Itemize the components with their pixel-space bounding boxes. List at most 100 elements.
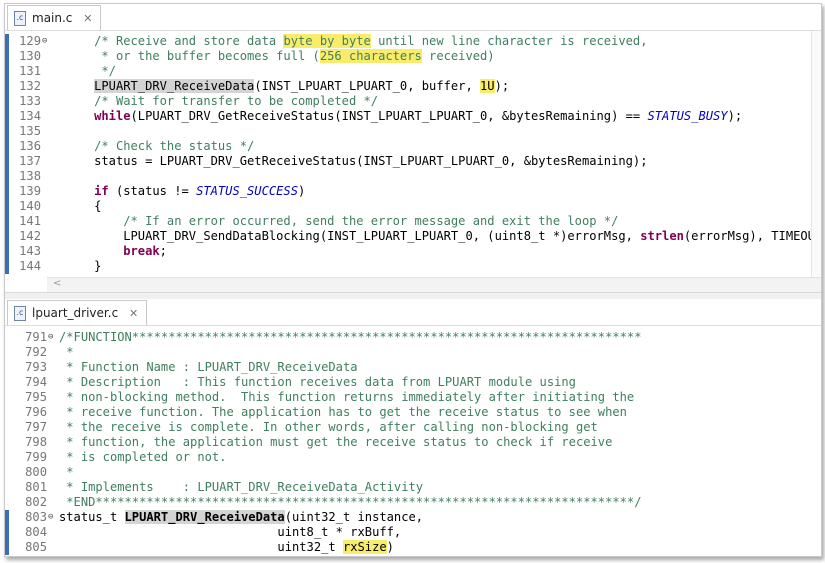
code-line[interactable]: 130 * or the buffer becomes full (256 ch… xyxy=(5,49,821,64)
code-line[interactable]: 140 { xyxy=(5,199,821,214)
line-number: 802 xyxy=(25,495,47,509)
code-text: * or the buffer becomes full (256 charac… xyxy=(65,49,495,64)
code-line[interactable]: 134 while(LPUART_DRV_GetReceiveStatus(IN… xyxy=(5,109,821,124)
code-token: LPUART_DRV_ReceiveData xyxy=(124,510,285,524)
line-number: 797 xyxy=(25,420,47,434)
code-line[interactable]: 135 xyxy=(5,124,821,139)
code-token: uint32_t xyxy=(59,540,343,554)
c-file-icon: .c xyxy=(14,306,26,321)
lpuart-driver-c-editor[interactable]: 791 ⊖/*FUNCTION**************************… xyxy=(5,327,821,556)
tab-main-c[interactable]: .c main.c ✕ xyxy=(7,5,102,31)
code-token: strlen xyxy=(640,229,684,243)
code-token: STATUS_BUSY xyxy=(647,109,728,123)
tab-lpuart-driver-c[interactable]: .c lpuart_driver.c ✕ xyxy=(7,300,148,326)
code-line[interactable]: 801 * Implements : LPUART_DRV_ReceiveDat… xyxy=(5,480,821,495)
code-token: (uint32_t instance, xyxy=(284,510,424,524)
code-token: * xyxy=(59,345,74,359)
code-line[interactable]: 803 ⊖ status_t LPUART_DRV_ReceiveData(uint… xyxy=(5,510,821,525)
code-line[interactable]: 791 ⊖ /*FUNCTION**************************… xyxy=(5,330,821,345)
code-token: /* Wait for transfer to be completed */ xyxy=(94,94,379,108)
code-line[interactable]: 798 * function, the application must get… xyxy=(5,435,821,450)
code-line[interactable]: 131 */ xyxy=(5,64,821,79)
code-text: if (status != STATUS_SUCCESS) xyxy=(65,184,305,199)
code-text: break; xyxy=(65,244,167,259)
code-text: *END************************************… xyxy=(59,495,641,510)
code-line[interactable]: 793 * Function Name : LPUART_DRV_Receive… xyxy=(5,360,821,375)
bottom-tab-bar: .c lpuart_driver.c ✕ xyxy=(5,299,821,326)
line-number: 136 xyxy=(19,139,41,153)
code-token: rxSize xyxy=(342,540,387,554)
scroll-left-icon[interactable]: < xyxy=(53,278,61,289)
code-line[interactable]: 795 * non-blocking method. This function… xyxy=(5,390,821,405)
code-token: received) xyxy=(421,49,495,63)
code-line[interactable]: 805 uint32_t rxSize) xyxy=(5,540,821,555)
code-text: LPUART_DRV_SendDataBlocking(INST_LPUART_… xyxy=(65,229,821,244)
code-token: (INST_LPUART_LPUART_0, buffer, xyxy=(254,79,481,93)
code-line[interactable]: 137 status = LPUART_DRV_GetReceiveStatus… xyxy=(5,154,821,169)
code-line[interactable]: 143 break; xyxy=(5,244,821,259)
code-token: byte by byte xyxy=(283,34,371,48)
code-line[interactable]: 133 /* Wait for transfer to be completed… xyxy=(5,94,821,109)
horizontal-scrollbar[interactable]: < xyxy=(47,277,821,292)
code-token: LPUART_DRV_ReceiveData xyxy=(94,79,255,93)
code-token: LPUART_DRV_SendDataBlocking(INST_LPUART_… xyxy=(65,229,641,243)
code-line[interactable]: 132 LPUART_DRV_ReceiveData(INST_LPUART_L… xyxy=(5,79,821,94)
code-line[interactable]: 138 xyxy=(5,169,821,184)
line-number: 133 xyxy=(19,94,41,108)
code-line[interactable]: 142 LPUART_DRV_SendDataBlocking(INST_LPU… xyxy=(5,229,821,244)
line-number: 791 xyxy=(25,330,47,344)
code-line[interactable]: 802 *END********************************… xyxy=(5,495,821,510)
line-number: 792 xyxy=(25,345,47,359)
code-line[interactable]: 129 ⊖ /* Receive and store data byte by b… xyxy=(5,34,821,49)
line-number: 143 xyxy=(19,244,41,258)
code-line[interactable]: 136 /* Check the status */ xyxy=(5,139,821,154)
line-number: 799 xyxy=(25,450,47,464)
code-text: status = LPUART_DRV_GetReceiveStatus(INS… xyxy=(65,154,647,169)
code-token: /* Check the status */ xyxy=(94,139,255,153)
code-line[interactable]: 792 * xyxy=(5,345,821,360)
code-token: * Description : This function receives d… xyxy=(59,375,576,389)
code-token: ); xyxy=(494,79,510,93)
line-number: 135 xyxy=(19,124,41,138)
code-text: { xyxy=(65,199,101,214)
code-line[interactable]: 144 } xyxy=(5,259,821,274)
code-line[interactable]: 799 * is completed or not. xyxy=(5,450,821,465)
code-text: uint8_t * rxBuff, xyxy=(59,525,401,540)
change-marker xyxy=(5,540,9,555)
fold-toggle-icon[interactable]: ⊖ xyxy=(48,330,53,345)
top-tab-bar: .c main.c ✕ xyxy=(5,4,821,31)
fold-toggle-icon[interactable]: ⊖ xyxy=(42,34,47,49)
code-token: ) xyxy=(386,540,394,554)
code-token: ; xyxy=(159,244,167,258)
code-token: ) xyxy=(298,184,306,198)
code-token: * xyxy=(59,465,74,479)
code-line[interactable]: 794 * Description : This function receiv… xyxy=(5,375,821,390)
main-c-editor[interactable]: 129 ⊖ /* Receive and store data byte by b… xyxy=(5,31,821,277)
line-number: 132 xyxy=(19,79,41,93)
close-icon[interactable]: ✕ xyxy=(129,302,138,326)
code-text: * is completed or not. xyxy=(59,450,226,465)
code-line[interactable]: 804 uint8_t * rxBuff, xyxy=(5,525,821,540)
code-line[interactable]: 797 * the receive is complete. In other … xyxy=(5,420,821,435)
code-token: while xyxy=(94,109,131,123)
code-token: status = LPUART_DRV_GetReceiveStatus(INS… xyxy=(65,154,648,168)
fold-toggle-icon[interactable]: ⊖ xyxy=(48,510,53,525)
code-line[interactable]: 139 if (status != STATUS_SUCCESS) xyxy=(5,184,821,199)
code-token: break xyxy=(123,244,160,258)
line-number: 138 xyxy=(19,169,41,183)
editor-window: .c main.c ✕ 129 ⊖ /* Receive and store da… xyxy=(4,3,822,557)
vertical-scrollbar[interactable] xyxy=(811,31,821,277)
code-line[interactable]: 796 * receive function. The application … xyxy=(5,405,821,420)
code-token: (status != xyxy=(108,184,197,198)
code-line[interactable]: 141 /* If an error occurred, send the er… xyxy=(5,214,821,229)
line-number: 794 xyxy=(25,375,47,389)
code-text: /* If an error occurred, send the error … xyxy=(65,214,618,229)
code-token: { xyxy=(65,199,102,213)
code-token: /* If an error occurred, send the error … xyxy=(123,214,619,228)
close-icon[interactable]: ✕ xyxy=(83,7,92,31)
code-token: status_t xyxy=(59,510,125,524)
code-line[interactable]: 800 * xyxy=(5,465,821,480)
line-number: 137 xyxy=(19,154,41,168)
